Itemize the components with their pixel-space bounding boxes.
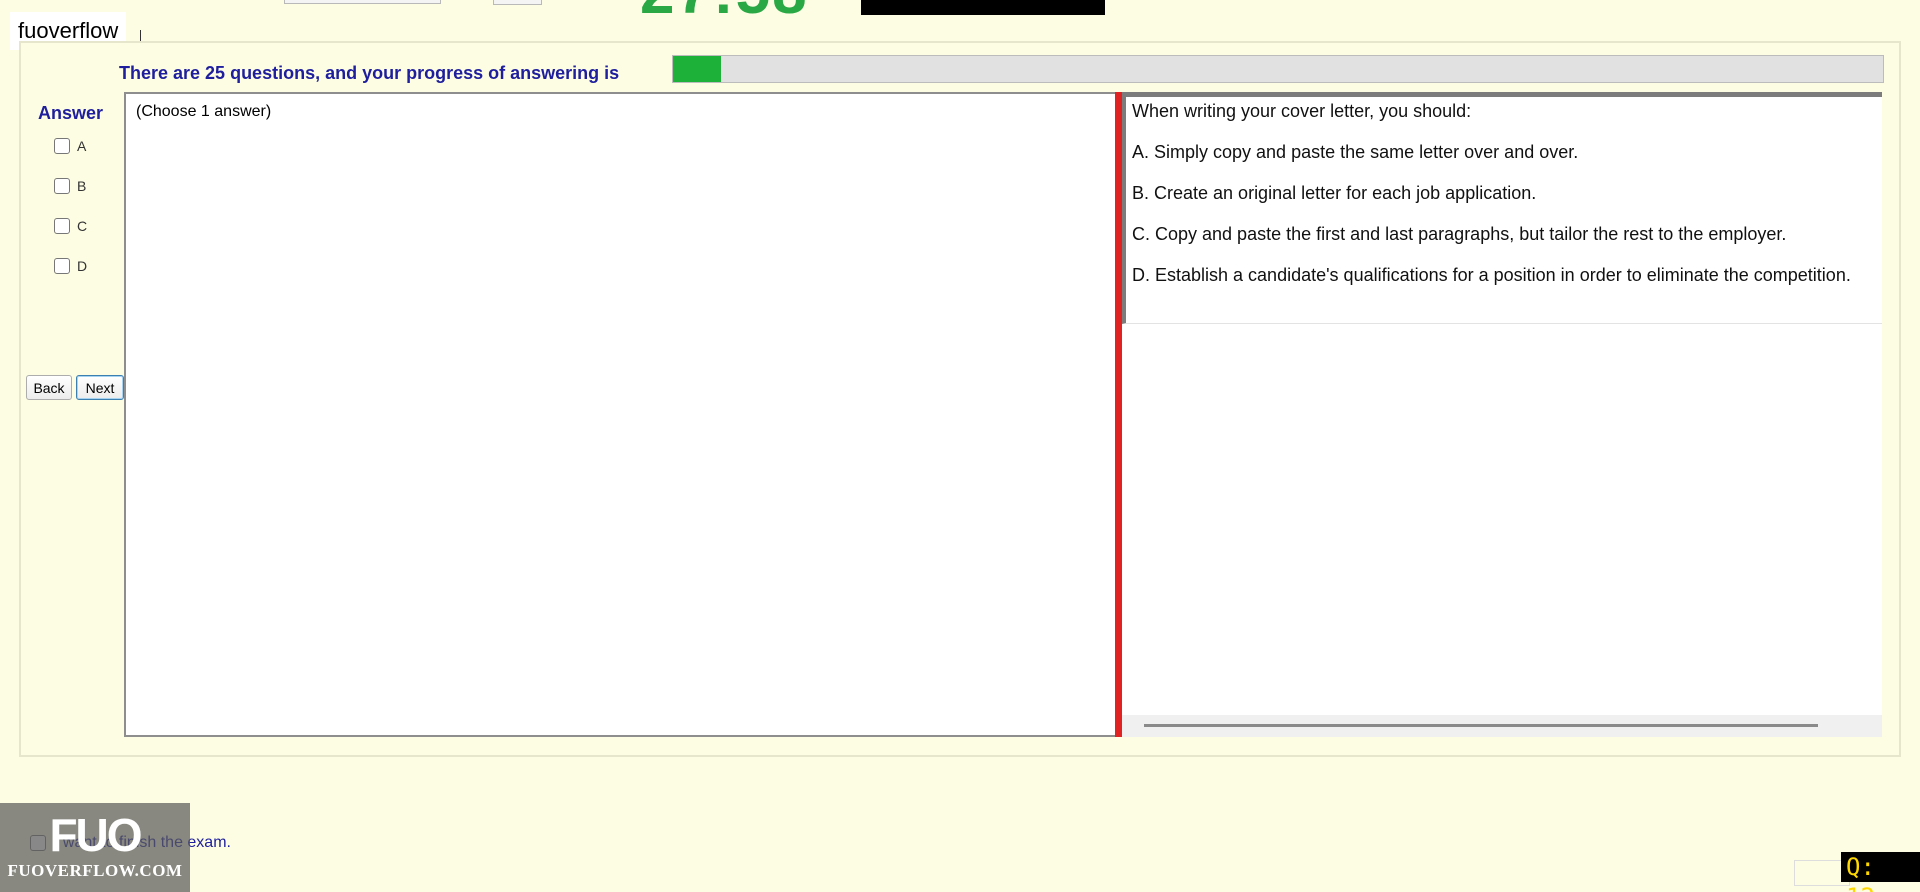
- watermark-site: FUOVERFLOW.COM: [7, 861, 183, 880]
- option-d-checkbox[interactable]: [54, 258, 70, 274]
- question-stem: When writing your cover letter, you shou…: [1132, 101, 1472, 121]
- panel-splitter[interactable]: [1115, 92, 1122, 737]
- option-b-label: B: [77, 178, 87, 194]
- answer-hint: (Choose 1 answer): [136, 103, 272, 120]
- option-c-label: C: [77, 218, 88, 234]
- watermark-logo-mark: FUO: [49, 809, 142, 861]
- watermark-logo: FUO FUOVERFLOW.COM: [0, 803, 190, 892]
- option-d[interactable]: D: [54, 258, 87, 274]
- progress-bar: [672, 55, 1884, 83]
- question-panel: When writing your cover letter, you shou…: [1122, 92, 1882, 737]
- top-input-field: [284, 0, 441, 4]
- progress-bar-fill: [673, 56, 722, 82]
- option-c[interactable]: C: [54, 218, 87, 234]
- option-c-checkbox[interactable]: [54, 218, 70, 234]
- option-b[interactable]: B: [54, 178, 86, 194]
- question-counter: Q: 12: [1841, 852, 1920, 892]
- progress-label: There are 25 questions, and your progres…: [119, 63, 620, 83]
- option-a-label: A: [77, 138, 87, 154]
- question-choice-c: C. Copy and paste the first and last par…: [1132, 224, 1787, 244]
- option-a[interactable]: A: [54, 138, 86, 154]
- answer-text-area[interactable]: (Choose 1 answer): [124, 92, 1119, 737]
- horizontal-scrollbar[interactable]: [1122, 715, 1882, 737]
- masked-box: [861, 0, 1105, 15]
- option-a-checkbox[interactable]: [54, 138, 70, 154]
- question-choice-b: B. Create an original letter for each jo…: [1132, 183, 1537, 203]
- option-d-label: D: [77, 258, 88, 274]
- top-small-field: [493, 0, 542, 5]
- back-button[interactable]: Back: [26, 375, 72, 400]
- scrollbar-thumb[interactable]: [1144, 724, 1818, 727]
- option-b-checkbox[interactable]: [54, 178, 70, 194]
- question-choice-a: A. Simply copy and paste the same letter…: [1132, 142, 1579, 162]
- question-text-block: When writing your cover letter, you shou…: [1122, 97, 1882, 324]
- next-button[interactable]: Next: [76, 375, 124, 400]
- question-choice-d: D. Establish a candidate's qualification…: [1132, 265, 1851, 285]
- countdown-timer: 27:58: [640, 0, 809, 24]
- answer-title: Answer: [38, 103, 104, 123]
